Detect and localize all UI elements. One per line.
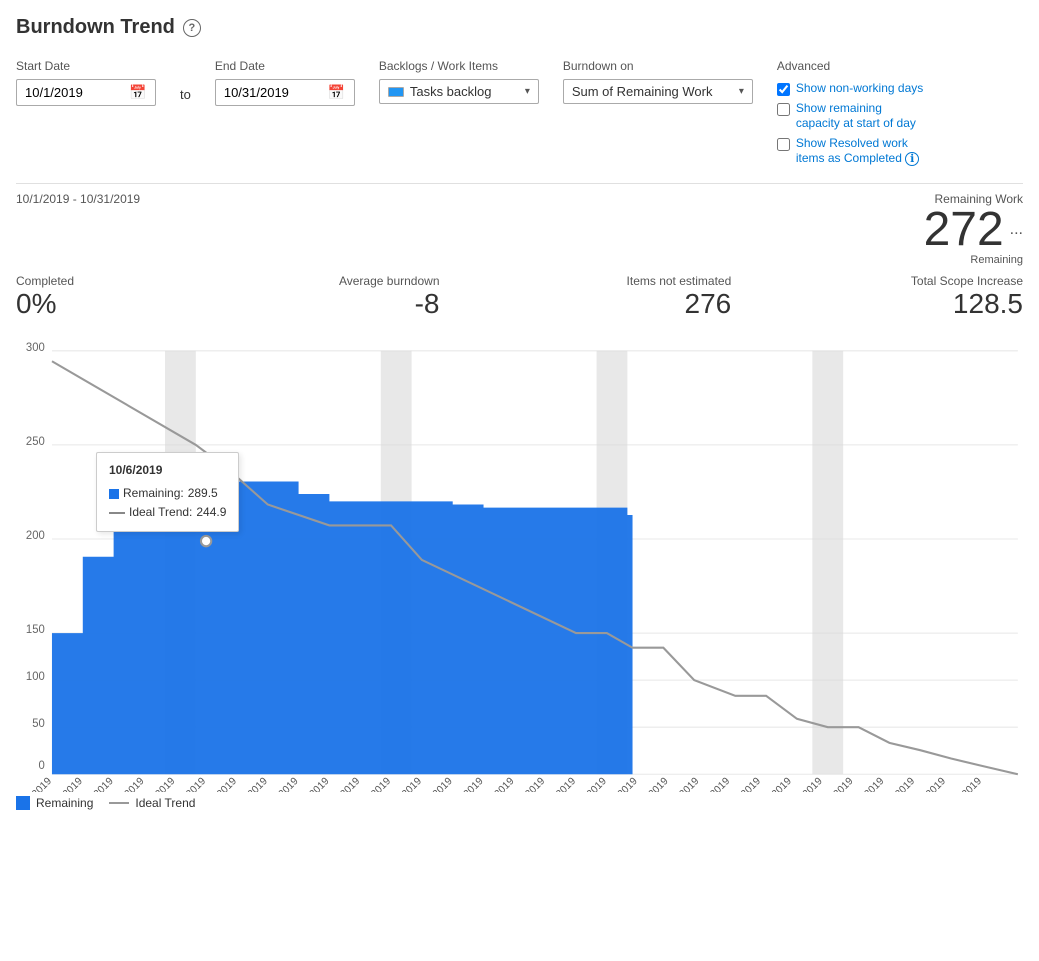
avg-burndown-value: -8	[415, 288, 440, 320]
backlogs-chevron-icon: ▾	[525, 86, 530, 97]
legend-ideal: Ideal Trend	[109, 796, 195, 810]
advanced-label: Advanced	[777, 59, 926, 73]
svg-text:0: 0	[38, 760, 44, 772]
avg-burndown-label: Average burndown	[339, 274, 440, 288]
completed-value: 0%	[16, 288, 228, 320]
avg-burndown-stat: Average burndown -8	[228, 274, 440, 320]
show-remaining-capacity-label[interactable]: Show remaining capacity at start of day	[796, 101, 926, 132]
svg-text:200: 200	[26, 530, 45, 542]
to-label: to	[180, 59, 191, 102]
total-scope-value: 128.5	[953, 288, 1023, 320]
burndown-chart: 300 250 200 150 50 0 100	[16, 332, 1023, 792]
end-date-group: End Date 📅	[215, 59, 355, 106]
end-date-input[interactable]	[224, 85, 324, 100]
show-nonworking-checkbox[interactable]	[777, 83, 790, 96]
total-scope-label: Total Scope Increase	[911, 274, 1023, 288]
divider	[16, 183, 1023, 184]
stats-row: Completed 0% Average burndown -8 Items n…	[16, 274, 1023, 320]
items-not-estimated-label: Items not estimated	[627, 274, 732, 288]
legend-ideal-icon	[109, 802, 129, 804]
chart-area: 300 250 200 150 50 0 100	[16, 332, 1023, 792]
svg-text:250: 250	[26, 436, 45, 448]
start-date-calendar-icon[interactable]: 📅	[129, 84, 146, 101]
total-scope-stat: Total Scope Increase 128.5	[811, 274, 1023, 320]
legend-remaining-label: Remaining	[36, 796, 93, 810]
page-title: Burndown Trend	[16, 16, 175, 39]
items-not-estimated-value: 276	[685, 288, 732, 320]
svg-text:300: 300	[26, 342, 45, 354]
show-resolved-label[interactable]: Show Resolved work items as Completed ℹ	[796, 136, 926, 167]
controls-row: Start Date 📅 to End Date 📅 Backlogs / Wo…	[16, 59, 1023, 167]
burndown-dropdown[interactable]: Sum of Remaining Work ▾	[563, 79, 753, 104]
burndown-group: Burndown on Sum of Remaining Work ▾	[563, 59, 753, 104]
legend-remaining-icon	[16, 796, 30, 810]
checkbox2-row: Show remaining capacity at start of day	[777, 101, 926, 132]
end-date-calendar-icon[interactable]: 📅	[328, 84, 345, 101]
svg-text:100: 100	[26, 671, 45, 683]
chart-header: 10/1/2019 - 10/31/2019 Remaining Work 27…	[16, 192, 1023, 266]
remaining-work-value: 272	[924, 206, 1004, 254]
backlogs-dropdown[interactable]: Tasks backlog ▾	[379, 79, 539, 104]
svg-text:50: 50	[32, 718, 45, 730]
backlogs-value: Tasks backlog	[410, 84, 519, 99]
end-date-label: End Date	[215, 59, 355, 73]
legend-row: Remaining Ideal Trend	[16, 796, 1023, 810]
legend-ideal-label: Ideal Trend	[135, 796, 195, 810]
advanced-group: Advanced Show non-working days Show rema…	[777, 59, 926, 167]
items-not-estimated-stat: Items not estimated 276	[520, 274, 732, 320]
start-date-group: Start Date 📅	[16, 59, 156, 106]
show-nonworking-label[interactable]: Show non-working days	[796, 81, 923, 97]
legend-remaining: Remaining	[16, 796, 93, 810]
show-remaining-capacity-checkbox[interactable]	[777, 103, 790, 116]
start-date-label: Start Date	[16, 59, 156, 73]
checkbox1-row: Show non-working days	[777, 81, 926, 97]
checkbox3-row: Show Resolved work items as Completed ℹ	[777, 136, 926, 167]
backlogs-group: Backlogs / Work Items Tasks backlog ▾	[379, 59, 539, 104]
start-date-input-wrapper[interactable]: 📅	[16, 79, 156, 106]
svg-text:10/1/2019: 10/1/2019	[16, 776, 54, 792]
backlogs-dd-icon	[388, 87, 404, 97]
help-icon[interactable]: ?	[183, 19, 201, 37]
remaining-work-menu[interactable]: ...	[1010, 221, 1023, 239]
burndown-value: Sum of Remaining Work	[572, 84, 733, 99]
end-date-input-wrapper[interactable]: 📅	[215, 79, 355, 106]
chart-date-range: 10/1/2019 - 10/31/2019	[16, 192, 140, 206]
start-date-input[interactable]	[25, 85, 125, 100]
page-title-section: Burndown Trend ?	[16, 16, 1023, 39]
completed-label: Completed	[16, 274, 228, 288]
remaining-work-box: Remaining Work 272 ... Remaining	[924, 192, 1023, 266]
completed-stat: Completed 0%	[16, 274, 228, 320]
burndown-label: Burndown on	[563, 59, 753, 73]
svg-text:150: 150	[26, 624, 45, 636]
show-resolved-checkbox[interactable]	[777, 138, 790, 151]
backlogs-label: Backlogs / Work Items	[379, 59, 539, 73]
burndown-chevron-icon: ▾	[739, 86, 744, 97]
